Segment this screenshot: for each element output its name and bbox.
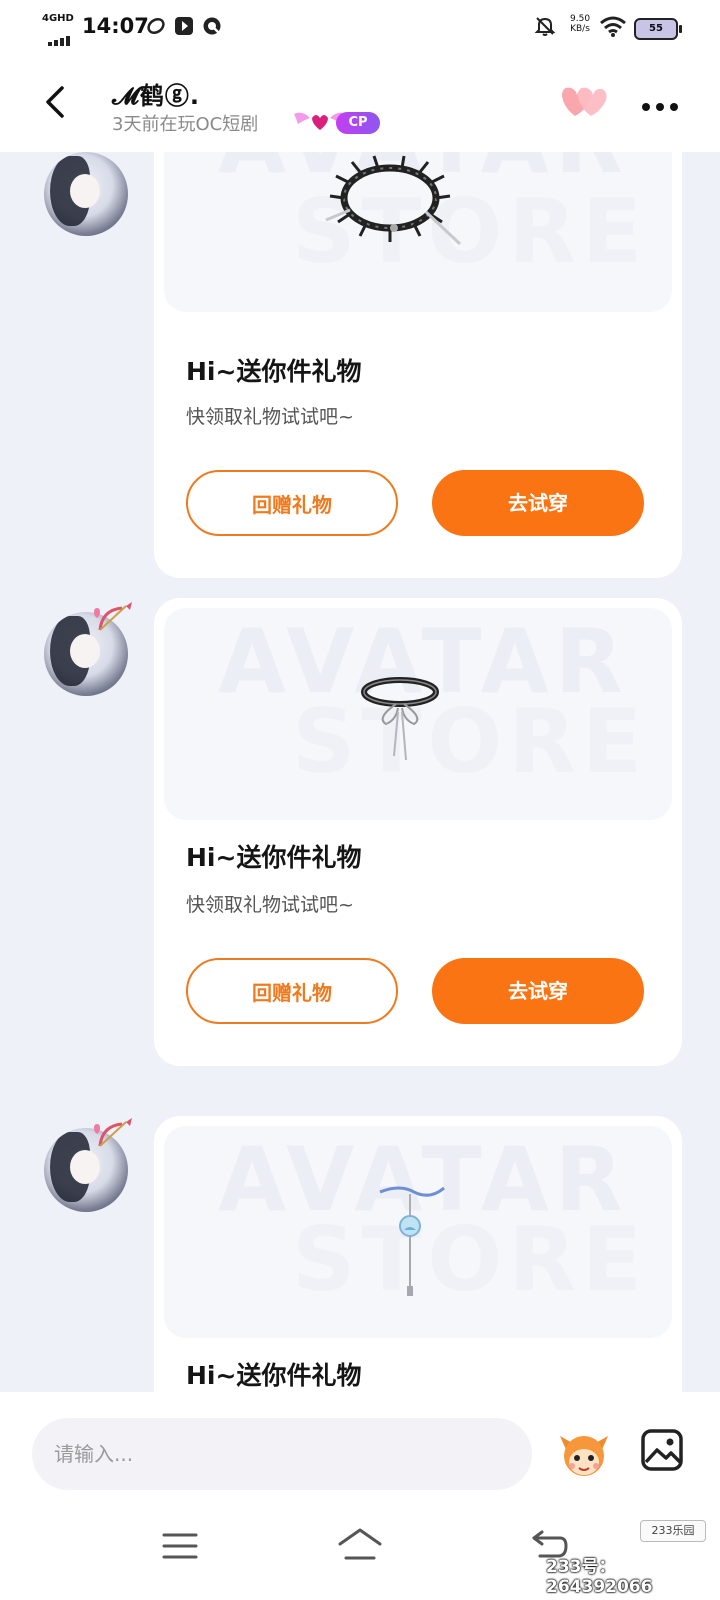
- id-watermark: 233号：264392066: [546, 1557, 653, 1597]
- message-input[interactable]: 请输入...: [32, 1418, 532, 1490]
- gift-image[interactable]: AVATAR STORE: [164, 152, 672, 312]
- gift-image[interactable]: AVATAR STORE: [164, 608, 672, 820]
- cp-label: CP: [336, 112, 380, 134]
- chat-header: 𝓜鹤ⓖ. 3天前在玩OC短剧 CP: [0, 56, 720, 152]
- battery-indicator: 55: [634, 18, 682, 40]
- back-arrow-icon[interactable]: [38, 80, 74, 124]
- cupid-bow-icon: [94, 602, 132, 631]
- mute-bell-icon: [534, 17, 556, 36]
- intimacy-hearts-icon[interactable]: [558, 84, 610, 120]
- quark-app-icon: [203, 17, 221, 35]
- return-gift-button[interactable]: 回赠礼物: [186, 470, 398, 536]
- gift-title: Hi~送你件礼物: [186, 357, 362, 386]
- home-icon[interactable]: [336, 1524, 384, 1564]
- status-bar: 4GHD 14:07 9.50 KB/s 55: [0, 0, 720, 56]
- signal-icon: [48, 27, 72, 46]
- try-on-button[interactable]: 去试穿: [432, 958, 644, 1024]
- cupid-bow-icon: [94, 1118, 132, 1147]
- gift-card: AVATAR STORE Hi~送你件礼物: [154, 1116, 682, 1392]
- brand-watermark: 233乐园: [640, 1520, 706, 1542]
- wifi-icon: [600, 16, 626, 37]
- play-app-icon: [175, 17, 193, 35]
- menu-icon[interactable]: [162, 1532, 198, 1560]
- try-on-button[interactable]: 去试穿: [432, 470, 644, 536]
- more-options-icon[interactable]: [642, 96, 686, 111]
- return-gift-button[interactable]: 回赠礼物: [186, 958, 398, 1024]
- ribbon-choker-icon: [361, 677, 439, 761]
- gift-card: AVATAR STORE Hi~送你件礼物 快领取礼物试试吧~ 回赠礼物 去试穿: [154, 598, 682, 1066]
- avatar[interactable]: [44, 152, 128, 236]
- network-speed: 9.50 KB/s: [570, 14, 591, 34]
- image-picker-icon[interactable]: [640, 1428, 684, 1472]
- gift-subtitle: 快领取礼物试试吧~: [186, 406, 354, 428]
- leaf-app-icon: [147, 18, 165, 34]
- gift-title: Hi~送你件礼物: [186, 1361, 362, 1390]
- clock: 14:07: [82, 14, 149, 38]
- input-bar: 请输入...: [0, 1392, 720, 1492]
- wind-chime-ornament-icon: [379, 1186, 445, 1296]
- gift-card: AVATAR STORE Hi~送你件: [154, 152, 682, 578]
- contact-name[interactable]: 𝓜鹤ⓖ.: [112, 76, 200, 111]
- gift-title: Hi~送你件礼物: [186, 843, 362, 872]
- gift-subtitle: 快领取礼物试试吧~: [186, 894, 354, 916]
- mascot-emoji-icon[interactable]: [554, 1426, 614, 1482]
- system-nav-bar: 233乐园 233号：264392066: [0, 1492, 720, 1600]
- cp-badge[interactable]: CP: [292, 108, 384, 136]
- spiked-choker-icon: [325, 155, 462, 246]
- contact-activity: 3天前在玩OC短剧: [112, 114, 259, 135]
- network-indicator: 4GHD: [42, 13, 74, 24]
- gift-image[interactable]: AVATAR STORE: [164, 1126, 672, 1338]
- message-list[interactable]: AVATAR STORE Hi~送你件: [0, 152, 720, 1392]
